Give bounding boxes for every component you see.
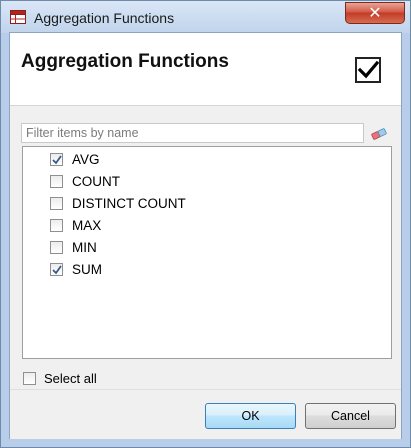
checkmark-icon [52,155,62,165]
select-all-label: Select all [44,371,97,386]
table-icon [10,10,26,24]
list-item-avg[interactable]: AVG [50,150,370,172]
checkbox[interactable] [50,241,63,254]
list-item-min[interactable]: MIN [50,238,370,260]
list-item-label: MAX [72,218,102,233]
checkbox[interactable] [50,175,63,188]
checkbox[interactable] [50,153,63,166]
list-item-label: DISTINCT COUNT [72,196,186,211]
content-area: AVG COUNT DISTINCT COUNT MAX MIN [10,106,401,389]
ok-button[interactable]: OK [205,403,296,429]
list-item-label: MIN [72,240,97,255]
cancel-button[interactable]: Cancel [305,403,396,429]
title-bar[interactable]: Aggregation Functions ✕ [1,1,410,33]
list-item-label: SUM [72,262,102,277]
checkmark-icon [52,265,62,275]
checkbox[interactable] [50,197,63,210]
select-all-option[interactable]: Select all [23,369,223,389]
close-icon: ✕ [368,5,382,22]
close-button[interactable]: ✕ [345,2,405,24]
dialog-window: Aggregation Functions ✕ Aggregation Func… [0,0,411,448]
dialog-footer: OK Cancel [10,389,401,439]
checkbox[interactable] [50,263,63,276]
list-item-label: AVG [72,152,100,167]
list-item-label: COUNT [72,174,120,189]
items-list[interactable]: AVG COUNT DISTINCT COUNT MAX MIN SUM [22,146,392,359]
list-item-max[interactable]: MAX [50,216,370,238]
dialog-body: Aggregation Functions Filter items by na… [9,32,402,439]
dialog-header: Aggregation Functions [10,33,401,106]
window-title: Aggregation Functions [34,10,175,26]
page-title: Aggregation Functions [21,51,229,72]
header-checkbox[interactable] [355,57,381,83]
list-item-sum[interactable]: SUM [50,260,370,282]
list-item-count[interactable]: COUNT [50,172,370,194]
checkbox[interactable] [50,219,63,232]
checkmark-icon [357,60,379,79]
select-all-checkbox[interactable] [23,372,36,385]
filter-input[interactable] [21,123,364,143]
list-item-distinct-count[interactable]: DISTINCT COUNT [50,194,370,216]
eraser-icon[interactable] [371,128,387,140]
